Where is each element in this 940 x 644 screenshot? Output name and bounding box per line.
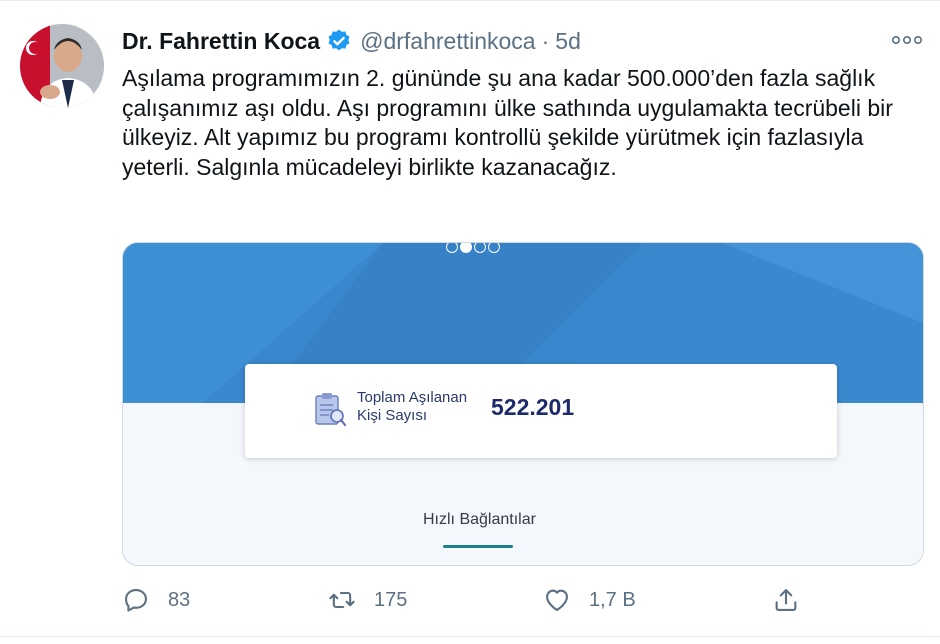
tweet-text: Aşılama programımızın 2. gününde şu ana … <box>122 65 893 180</box>
like-count: 1,7 B <box>589 588 636 611</box>
vaccination-stat-card: Toplam Aşılanan Kişi Sayısı 522.201 <box>245 364 837 458</box>
share-icon <box>775 589 797 611</box>
carousel-dot[interactable] <box>446 243 458 253</box>
share-button[interactable] <box>772 585 800 615</box>
separator-dot: · <box>541 27 550 54</box>
quick-links-underline <box>443 545 513 548</box>
carousel-dot-active[interactable] <box>460 243 472 253</box>
card-label: Toplam Aşılanan Kişi Sayısı <box>357 389 468 424</box>
quick-links-heading: Hızlı Bağlantılar <box>423 511 536 528</box>
verified-badge-icon <box>328 29 350 51</box>
clipboard-icon <box>315 393 347 427</box>
card-value: 522.201 <box>491 394 575 420</box>
like-icon <box>546 589 568 611</box>
bottom-divider <box>0 636 940 637</box>
retweet-icon <box>329 591 355 609</box>
retweet-button[interactable]: 175 <box>328 585 407 615</box>
more-icon[interactable] <box>890 30 924 50</box>
top-divider <box>0 0 940 1</box>
tweet-header: Dr. Fahrettin Koca @drfahrettinkoca · 5d <box>122 26 581 56</box>
retweet-count: 175 <box>374 588 408 611</box>
avatar[interactable] <box>20 24 104 108</box>
media-image[interactable]: Toplam Aşılanan Kişi Sayısı 522.201 Hızl… <box>122 242 924 566</box>
author-handle[interactable]: @drfahrettinkoca <box>360 28 536 55</box>
carousel-indicator <box>446 243 500 253</box>
reply-icon <box>125 589 147 612</box>
carousel-dot[interactable] <box>474 243 486 253</box>
carousel-dot[interactable] <box>488 243 500 253</box>
timestamp[interactable]: 5d <box>555 28 581 55</box>
reply-button[interactable]: 83 <box>122 585 190 615</box>
like-button[interactable]: 1,7 B <box>543 585 636 615</box>
author-name[interactable]: Dr. Fahrettin Koca <box>122 28 320 55</box>
reply-count: 83 <box>168 588 191 611</box>
